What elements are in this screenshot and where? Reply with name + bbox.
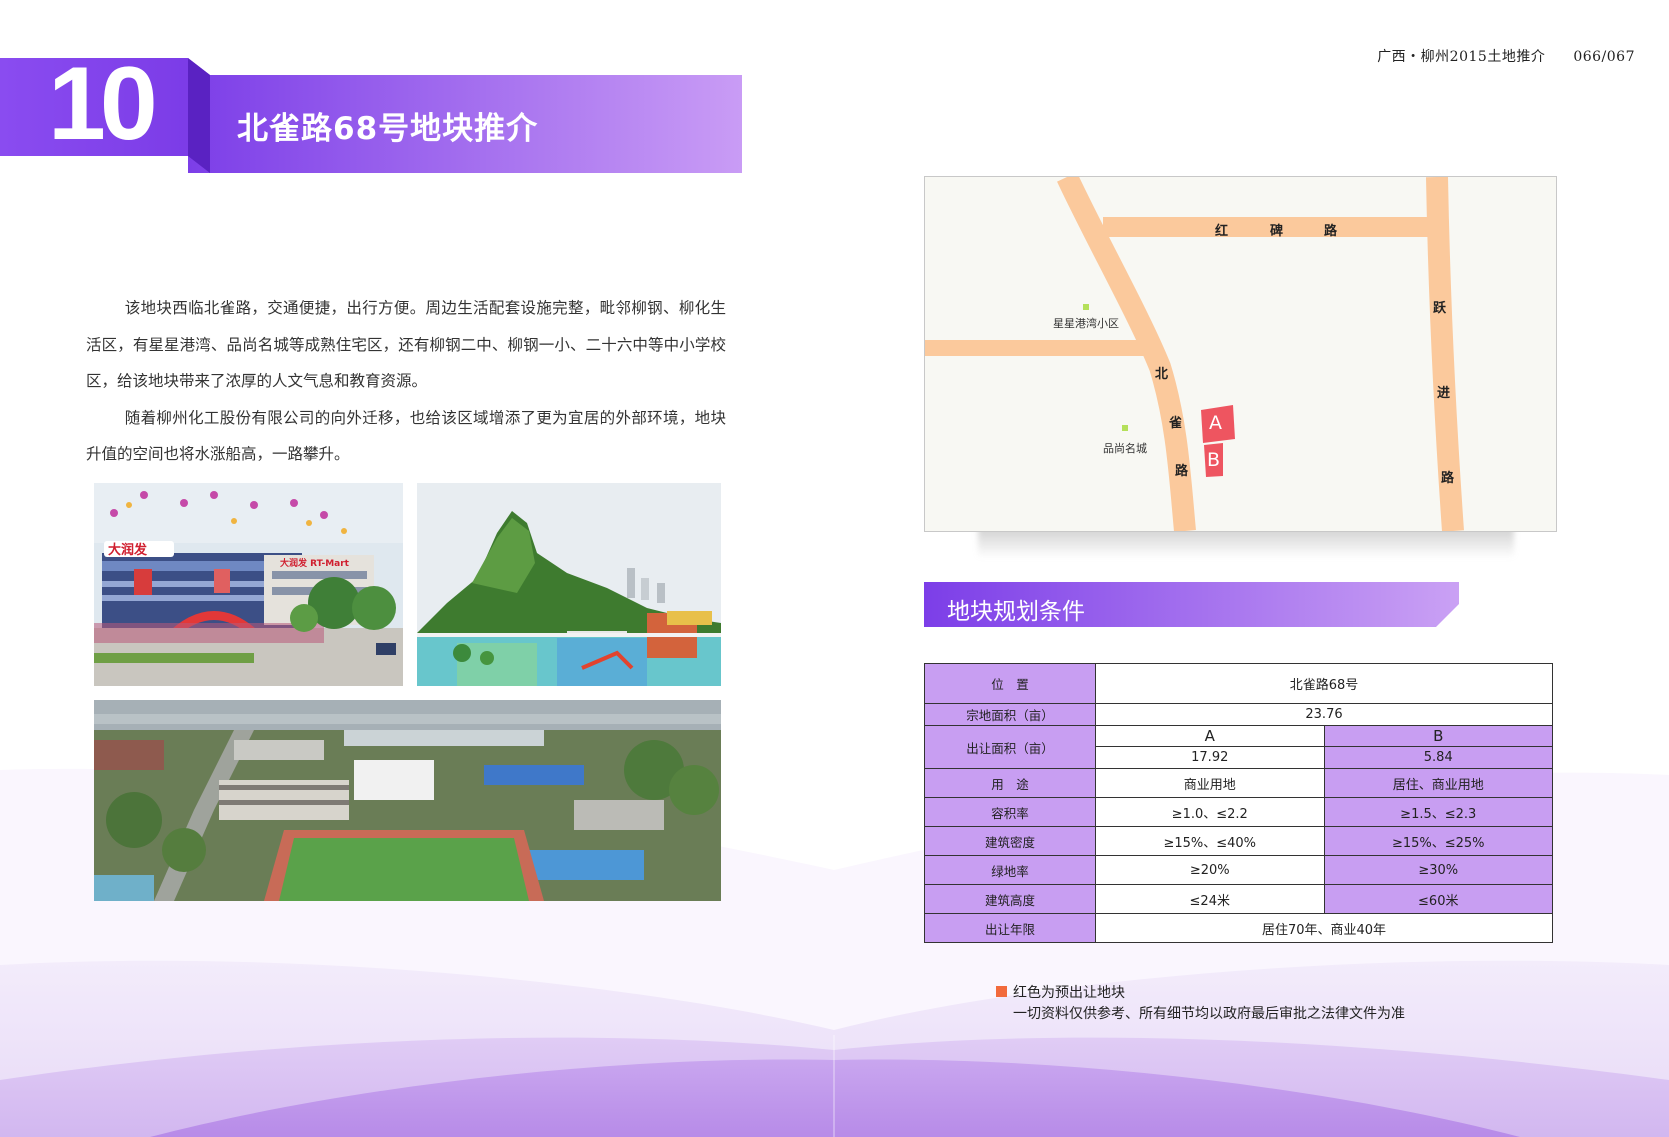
doc-title: 广西・柳州2015土地推介: [1377, 49, 1546, 65]
table-row-location: 位 置 北雀路68号: [924, 663, 1553, 704]
cell-transfer-area-label: 出让面积（亩）: [924, 725, 1096, 769]
map-roads: [925, 177, 1464, 531]
poi-label-pinshang: 品尚名城: [1103, 442, 1147, 455]
cell-green-a: ≥20%: [1095, 855, 1325, 885]
cell-plot-b-header: B: [1323, 725, 1553, 747]
cell-term-label: 出让年限: [924, 913, 1096, 943]
plot-b-label: B: [1207, 449, 1221, 471]
cell-height-a: ≤24米: [1095, 884, 1325, 914]
road-beique-char-1: 北: [1155, 367, 1169, 382]
cell-density-a: ≥15%、≤40%: [1095, 826, 1325, 856]
legend-square-icon: [996, 986, 1007, 997]
photo-shopping-mall: 大润发 大润发 RT-Mart: [94, 483, 403, 686]
poi-label-xingxing: 星星港湾小区: [1053, 317, 1119, 330]
cell-location-label: 位 置: [924, 663, 1096, 704]
table-row-height: 建筑高度 ≤24米 ≤60米: [924, 884, 1553, 914]
poi-marker-1: [1083, 304, 1089, 310]
cell-far-a: ≥1.0、≤2.2: [1095, 797, 1325, 827]
cell-density-label: 建筑密度: [924, 826, 1096, 856]
cell-density-b: ≥15%、≤25%: [1323, 826, 1553, 856]
cell-usage-b: 居住、商业用地: [1323, 768, 1553, 798]
cell-location-value: 北雀路68号: [1095, 663, 1553, 704]
intro-paragraph-2: 随着柳州化工股份有限公司的向外迁移，也给该区域增添了更为宜居的外部环境，地块升值…: [86, 408, 726, 464]
road-hongbei-char-2: 碑: [1270, 224, 1284, 239]
table-row-far: 容积率 ≥1.0、≤2.2 ≥1.5、≤2.3: [924, 797, 1553, 827]
cell-height-label: 建筑高度: [924, 884, 1096, 914]
page-numbers: 066/067: [1573, 49, 1635, 65]
road-yuejin-char-2: 进: [1437, 386, 1451, 401]
photo-aerial-view: [94, 700, 721, 901]
cell-height-b: ≤60米: [1323, 884, 1553, 914]
road-beique-char-3: 路: [1175, 464, 1189, 479]
intro-paragraph-1: 该地块西临北雀路，交通便捷，出行方便。周边生活配套设施完整，毗邻柳钢、柳化生活区…: [86, 299, 726, 390]
plot-a-label: A: [1209, 412, 1222, 434]
road-beique-char-2: 雀: [1169, 416, 1183, 431]
photo-karst-hill-park: [417, 483, 721, 686]
table-row-usage: 用 途 商业用地 居住、商业用地: [924, 768, 1553, 798]
cell-far-b: ≥1.5、≤2.3: [1323, 797, 1553, 827]
mall-sign: 大润发: [108, 542, 148, 558]
cell-green-label: 绿地率: [924, 855, 1096, 885]
cell-usage-label: 用 途: [924, 768, 1096, 798]
planning-section-title: 地块规划条件: [947, 599, 1085, 625]
cell-green-b: ≥30%: [1323, 855, 1553, 885]
table-row-density: 建筑密度 ≥15%、≤40% ≥15%、≤25%: [924, 826, 1553, 856]
cell-total-area-value: 23.76: [1095, 703, 1553, 726]
cell-area-b: 5.84: [1323, 746, 1553, 769]
mall-sign-secondary: 大润发 RT-Mart: [280, 557, 350, 569]
table-row-plot-headers: 出让面积（亩） A B: [924, 725, 1553, 769]
disclaimer-note: 一切资料仅供参考、所有细节均以政府最后审批之法律文件为准: [1013, 1006, 1405, 1022]
cell-usage-a: 商业用地: [1095, 768, 1325, 798]
cell-area-a: 17.92: [1095, 746, 1325, 769]
cell-term-value: 居住70年、商业40年: [1095, 913, 1553, 943]
page-title: 北雀路68号地块推介: [237, 111, 539, 147]
location-map: 红 碑 路 北 雀 路 跃 进 路 星星港湾小区 品尚名城 A B: [924, 176, 1557, 532]
cell-total-area-label: 宗地面积（亩）: [924, 703, 1096, 726]
poi-marker-2: [1122, 425, 1128, 431]
planning-conditions-table: 位 置 北雀路68号 宗地面积（亩） 23.76 出让面积（亩） A B 17.…: [924, 663, 1553, 943]
page-header: 广西・柳州2015土地推介 066/067: [1377, 46, 1635, 66]
table-row-green: 绿地率 ≥20% ≥30%: [924, 855, 1553, 885]
table-row-total-area: 宗地面积（亩） 23.76: [924, 703, 1553, 726]
legend-note: 红色为预出让地块: [1013, 985, 1125, 1001]
intro-text: 该地块西临北雀路，交通便捷，出行方便。周边生活配套设施完整，毗邻柳钢、柳化生活区…: [86, 290, 726, 473]
table-row-term: 出让年限 居住70年、商业40年: [924, 913, 1553, 943]
cell-plot-a-header: A: [1095, 725, 1325, 747]
road-hongbei-char-1: 红: [1215, 224, 1229, 239]
cell-far-label: 容积率: [924, 797, 1096, 827]
chapter-number: 10: [48, 46, 158, 162]
road-yuejin-char-3: 路: [1441, 471, 1455, 486]
road-yuejin-char-1: 跃: [1433, 301, 1447, 316]
road-hongbei-char-3: 路: [1324, 224, 1338, 239]
